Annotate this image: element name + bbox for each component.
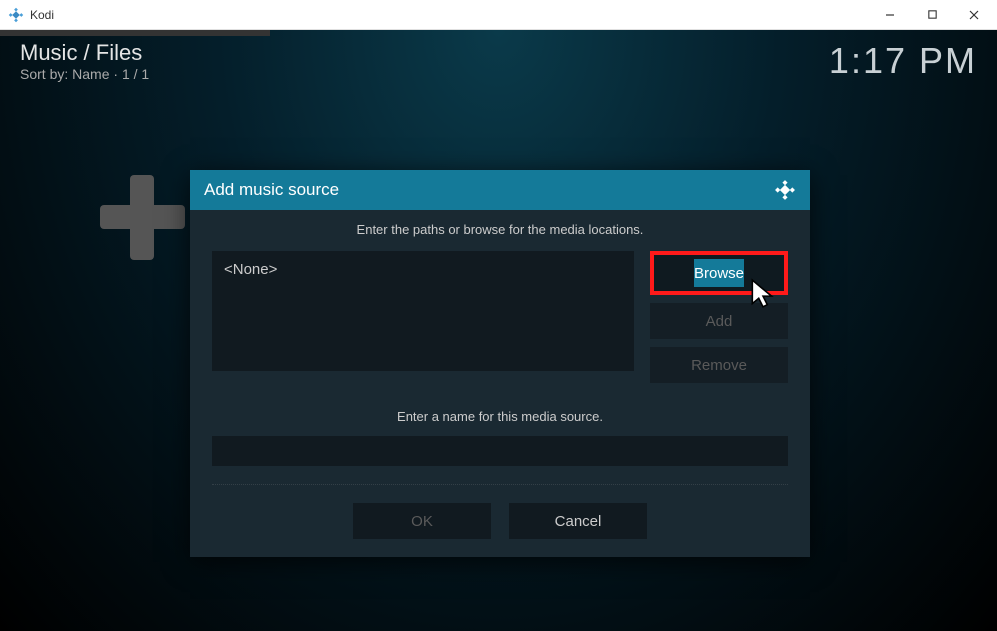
page-indicator: 1 / 1 — [122, 66, 149, 82]
mouse-cursor-icon — [750, 278, 776, 310]
maximize-button[interactable] — [917, 5, 947, 25]
clock: 1:17 PM — [829, 40, 977, 82]
add-music-source-modal: Add music source Enter the paths or brow… — [190, 170, 810, 557]
instruction-paths: Enter the paths or browse for the media … — [212, 222, 788, 237]
kodi-logo-icon — [8, 7, 24, 23]
media-source-name-input[interactable] — [212, 436, 788, 466]
source-paths-list[interactable]: <None> — [212, 251, 634, 371]
breadcrumb: Music / Files Sort by: Name · 1 / 1 — [20, 40, 149, 82]
cancel-button[interactable]: Cancel — [509, 503, 647, 539]
instruction-name: Enter a name for this media source. — [212, 409, 788, 424]
modal-header: Add music source — [190, 170, 810, 210]
plus-icon — [100, 175, 185, 260]
remove-button[interactable]: Remove — [650, 347, 788, 383]
close-button[interactable] — [959, 5, 989, 25]
breadcrumb-path: Music / Files — [20, 40, 149, 66]
top-artifact — [0, 30, 270, 36]
window-title-bar: Kodi — [0, 0, 997, 30]
add-source-tile[interactable] — [100, 175, 190, 285]
ok-button[interactable]: OK — [353, 503, 491, 539]
sort-label[interactable]: Sort by: Name — [20, 66, 109, 82]
window-title-text: Kodi — [30, 8, 875, 22]
modal-title: Add music source — [204, 180, 339, 200]
minimize-button[interactable] — [875, 5, 905, 25]
kodi-logo-icon — [774, 179, 796, 201]
source-path-item[interactable]: <None> — [224, 261, 622, 278]
